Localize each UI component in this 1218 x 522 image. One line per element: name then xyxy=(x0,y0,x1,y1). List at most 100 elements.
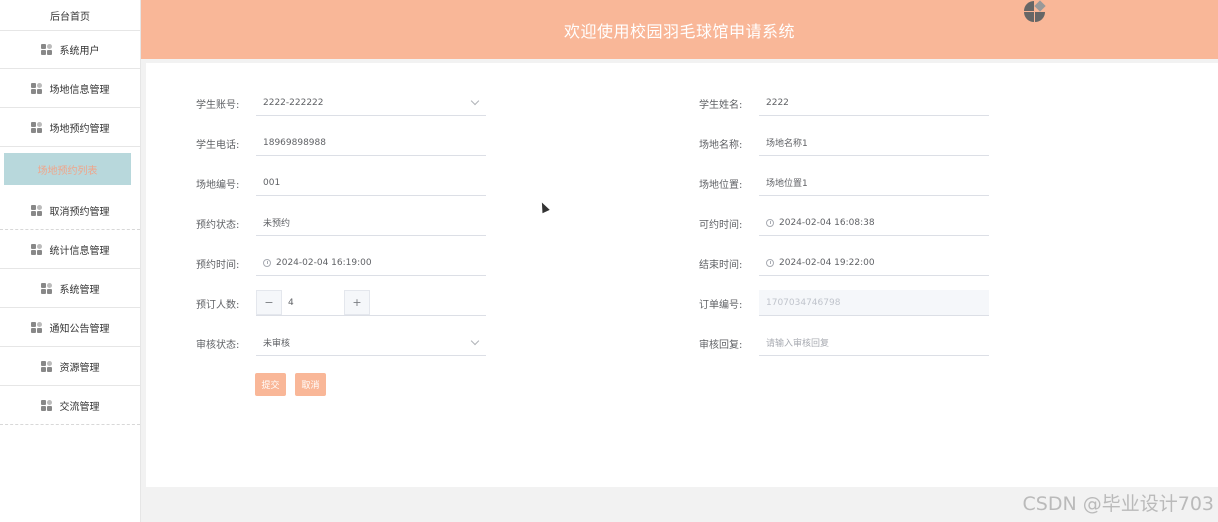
sidebar-item-label: 通知公告管理 xyxy=(49,323,110,335)
student-name-field: 学生姓名: 2222 xyxy=(699,90,989,116)
input-value: 2024-02-04 16:08:38 xyxy=(779,217,875,228)
sidebar-item-label: 交流管理 xyxy=(59,401,100,413)
field-label: 学生账号: xyxy=(196,99,240,111)
page-title: 欢迎使用校园羽毛球馆申请系统 xyxy=(563,21,795,41)
sidebar-item-exchange[interactable]: 交流管理 xyxy=(0,386,140,425)
sidebar-item-label: 系统用户 xyxy=(59,46,100,57)
review-status-select[interactable]: 未审核 xyxy=(256,330,486,356)
sidebar-item-statistics[interactable]: 统计信息管理 xyxy=(0,230,140,269)
input-value: 场地名称1 xyxy=(766,139,808,149)
sidebar-item-label: 资源管理 xyxy=(59,362,100,374)
chevron-down-icon xyxy=(470,96,480,106)
people-count-stepper: − 4 + xyxy=(256,290,486,316)
avatar-icon[interactable] xyxy=(1023,0,1047,24)
top-header: 欢迎使用校园羽毛球馆申请系统 xyxy=(141,0,1218,59)
sidebar-item-booking-list[interactable]: 场地预约列表 xyxy=(4,153,131,185)
input-value: 1707034746798 xyxy=(766,297,841,308)
student-name-input[interactable]: 2222 xyxy=(759,90,989,116)
order-number-field: 订单编号: 1707034746798 xyxy=(699,290,989,316)
grid-icon xyxy=(30,321,42,333)
sidebar-item-resources[interactable]: 资源管理 xyxy=(0,347,140,386)
sidebar-item-label: 场地信息管理 xyxy=(49,84,110,96)
booking-time-field: 预约时间: 2024-02-04 16:19:00 xyxy=(196,250,486,276)
field-label: 预约状态: xyxy=(196,219,240,231)
field-label: 预约时间: xyxy=(196,259,240,271)
input-value: 未预约 xyxy=(263,219,291,229)
sidebar: 后台首页 系统用户 场地信息管理 场地预约管理 场地预约列表 取消预约管理 统计… xyxy=(0,0,141,522)
sidebar-item-notice[interactable]: 通知公告管理 xyxy=(0,308,140,347)
field-label: 场地名称: xyxy=(699,139,743,151)
grid-icon xyxy=(40,399,52,411)
field-label: 学生电话: xyxy=(196,139,240,151)
input-value: 001 xyxy=(263,177,281,188)
grid-icon xyxy=(30,204,42,216)
clock-icon xyxy=(263,258,271,267)
available-time-picker[interactable]: 2024-02-04 16:08:38 xyxy=(759,210,989,236)
cancel-button[interactable]: 取消 xyxy=(295,373,326,396)
student-account-field: 学生账号: 2222-222222 xyxy=(196,90,486,116)
booking-form-card: 学生账号: 2222-222222 学生姓名: 2222 学生电话: 18969… xyxy=(146,63,1218,487)
venue-code-input[interactable]: 001 xyxy=(256,170,486,196)
sidebar-item-label: 统计信息管理 xyxy=(49,245,110,257)
grid-icon xyxy=(30,121,42,133)
field-label: 审核状态: xyxy=(196,339,240,351)
review-reply-field: 审核回复: 请输入审核回复 xyxy=(699,330,989,356)
venue-name-input[interactable]: 场地名称1 xyxy=(759,130,989,156)
order-number-input: 1707034746798 xyxy=(759,290,989,316)
submit-button[interactable]: 提交 xyxy=(255,373,286,396)
sidebar-home-link[interactable]: 后台首页 xyxy=(0,0,140,30)
booking-status-field: 预约状态: 未预约 xyxy=(196,210,486,236)
people-count-input[interactable]: 4 xyxy=(282,290,344,315)
review-reply-input[interactable]: 请输入审核回复 xyxy=(759,330,989,356)
input-value: 2024-02-04 16:19:00 xyxy=(276,257,372,268)
field-label: 审核回复: xyxy=(699,339,743,351)
sidebar-item-label: 系统管理 xyxy=(59,284,100,296)
sidebar-item-system-manage[interactable]: 系统管理 xyxy=(0,269,140,308)
available-time-field: 可约时间: 2024-02-04 16:08:38 xyxy=(699,210,989,236)
sidebar-item-system-users[interactable]: 系统用户 xyxy=(0,30,140,69)
venue-location-input[interactable]: 场地位置1 xyxy=(759,170,989,196)
chevron-down-icon xyxy=(470,336,480,346)
select-value: 未审核 xyxy=(263,339,291,349)
student-account-select[interactable]: 2222-222222 xyxy=(256,90,486,116)
people-count-field: 预订人数: − 4 + xyxy=(196,290,486,316)
sidebar-item-venue-booking[interactable]: 场地预约管理 xyxy=(0,108,140,147)
student-phone-input[interactable]: 18969898988 xyxy=(256,130,486,156)
field-label: 可约时间: xyxy=(699,219,743,231)
field-label: 预订人数: xyxy=(196,299,240,311)
input-placeholder: 请输入审核回复 xyxy=(766,339,830,349)
grid-icon xyxy=(40,282,52,294)
decrement-button[interactable]: − xyxy=(256,290,282,315)
watermark: CSDN @毕业设计703 xyxy=(1022,493,1214,515)
clock-icon xyxy=(766,218,774,227)
sidebar-item-label: 场地预约管理 xyxy=(49,123,110,135)
field-label: 结束时间: xyxy=(699,259,743,271)
field-label: 场地编号: xyxy=(196,179,240,191)
venue-location-field: 场地位置: 场地位置1 xyxy=(699,170,989,196)
sidebar-item-label: 取消预约管理 xyxy=(49,206,110,218)
select-value: 2222-222222 xyxy=(263,97,324,108)
input-value: 2024-02-04 19:22:00 xyxy=(779,257,875,268)
end-time-picker[interactable]: 2024-02-04 19:22:00 xyxy=(759,250,989,276)
end-time-field: 结束时间: 2024-02-04 19:22:00 xyxy=(699,250,989,276)
grid-icon xyxy=(40,44,52,55)
sidebar-item-venue-info[interactable]: 场地信息管理 xyxy=(0,69,140,108)
input-value: 18969898988 xyxy=(263,137,326,148)
clock-icon xyxy=(766,258,774,267)
input-value: 2222 xyxy=(766,97,789,108)
review-status-field: 审核状态: 未审核 xyxy=(196,330,486,356)
booking-time-picker[interactable]: 2024-02-04 16:19:00 xyxy=(256,250,486,276)
booking-status-input[interactable]: 未预约 xyxy=(256,210,486,236)
grid-icon xyxy=(40,360,52,372)
grid-icon xyxy=(30,82,42,94)
grid-icon xyxy=(30,243,42,255)
field-label: 订单编号: xyxy=(699,299,743,311)
sidebar-item-label: 场地预约列表 xyxy=(37,165,98,177)
increment-button[interactable]: + xyxy=(344,290,370,315)
sidebar-item-cancel-booking[interactable]: 取消预约管理 xyxy=(0,191,140,230)
venue-code-field: 场地编号: 001 xyxy=(196,170,486,196)
field-label: 场地位置: xyxy=(699,179,743,191)
field-label: 学生姓名: xyxy=(699,99,743,111)
venue-name-field: 场地名称: 场地名称1 xyxy=(699,130,989,156)
student-phone-field: 学生电话: 18969898988 xyxy=(196,130,486,156)
